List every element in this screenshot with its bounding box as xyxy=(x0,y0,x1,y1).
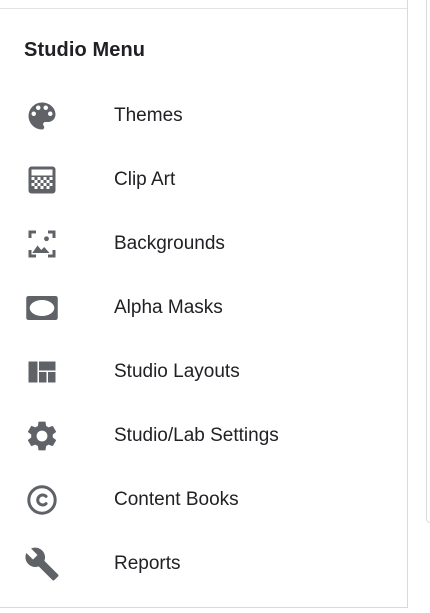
menu-item-clip-art[interactable]: Clip Art xyxy=(0,148,407,212)
wrench-icon xyxy=(24,546,60,582)
menu-item-backgrounds[interactable]: Backgrounds xyxy=(0,212,407,276)
gear-icon xyxy=(24,418,60,454)
bottom-divider xyxy=(0,607,408,608)
menu-item-content-books[interactable]: Content Books xyxy=(0,468,407,532)
menu-item-studio-lab-settings[interactable]: Studio/Lab Settings xyxy=(0,404,407,468)
menu-item-label: Themes xyxy=(114,105,183,126)
menu-list: Themes Clip Art Backgrounds Alpha Masks … xyxy=(0,84,407,596)
menu-item-label: Clip Art xyxy=(114,169,176,190)
menu-item-label: Backgrounds xyxy=(114,233,225,254)
layout-grid-icon xyxy=(24,354,60,390)
menu-item-label: Studio/Lab Settings xyxy=(114,425,279,446)
menu-item-themes[interactable]: Themes xyxy=(0,84,407,148)
top-divider xyxy=(0,8,407,9)
menu-item-label: Content Books xyxy=(114,489,239,510)
menu-item-label: Studio Layouts xyxy=(114,361,240,382)
palette-icon xyxy=(24,98,60,134)
studio-menu-panel: Studio Menu Themes Clip Art Backgrounds … xyxy=(0,0,408,608)
menu-item-studio-layouts[interactable]: Studio Layouts xyxy=(0,340,407,404)
menu-item-alpha-masks[interactable]: Alpha Masks xyxy=(0,276,407,340)
copyright-icon xyxy=(24,482,60,518)
menu-item-reports[interactable]: Reports xyxy=(0,532,407,596)
checkerboard-image-icon xyxy=(24,162,60,198)
menu-title: Studio Menu xyxy=(24,39,146,61)
menu-item-label: Reports xyxy=(114,553,181,574)
menu-item-label: Alpha Masks xyxy=(114,297,223,318)
rounded-mask-icon xyxy=(24,290,60,326)
framed-image-icon xyxy=(24,226,60,262)
adjacent-panel-edge xyxy=(426,0,430,523)
